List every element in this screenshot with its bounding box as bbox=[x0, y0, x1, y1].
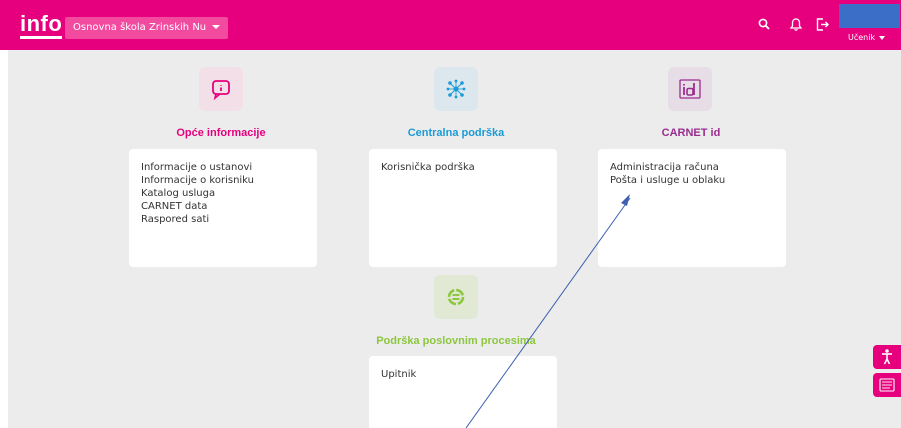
annotation-arrow bbox=[465, 194, 631, 428]
